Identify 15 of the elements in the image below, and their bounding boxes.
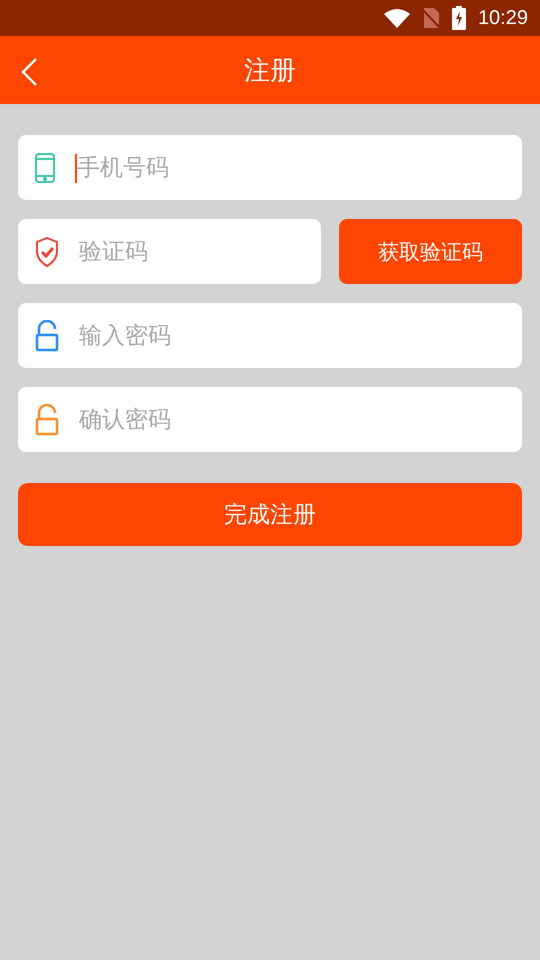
no-sim-icon <box>422 7 440 29</box>
register-button[interactable]: 完成注册 <box>18 483 522 546</box>
text-input[interactable]: 验证码 <box>79 234 321 270</box>
battery-charging-icon <box>452 6 466 30</box>
input-field[interactable]: 确认密码 <box>18 387 522 452</box>
status-time: 10:29 <box>478 6 528 30</box>
text-input[interactable]: 确认密码 <box>79 402 522 438</box>
input-field[interactable]: 验证码 <box>18 219 321 284</box>
text-input[interactable]: 手机号码 <box>71 150 522 186</box>
text-input[interactable]: 输入密码 <box>79 318 522 354</box>
get-code-button[interactable]: 获取验证码 <box>339 219 522 284</box>
input-field[interactable]: 手机号码 <box>18 135 522 200</box>
input-field[interactable]: 输入密码 <box>18 303 522 368</box>
wifi-icon <box>384 8 410 28</box>
page-title: 注册 <box>244 54 296 88</box>
